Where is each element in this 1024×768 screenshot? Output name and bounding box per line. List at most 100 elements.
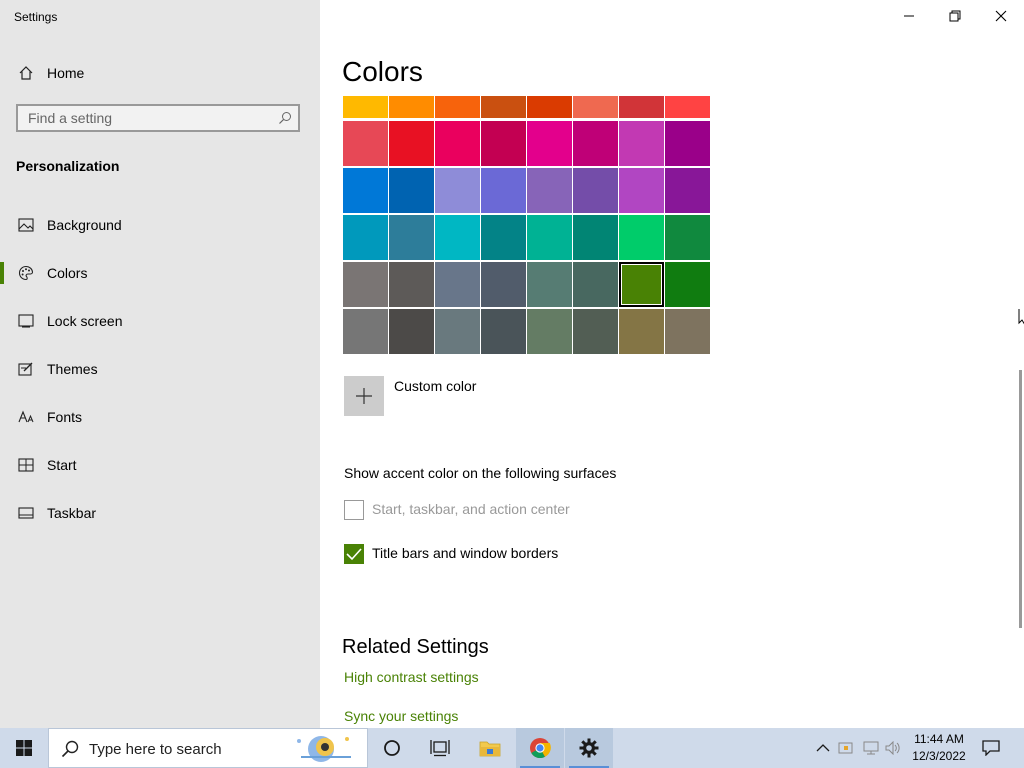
volume-button[interactable] [885,740,901,756]
start-button[interactable] [0,728,48,768]
search-icon[interactable] [278,111,292,125]
color-swatch[interactable] [619,215,664,260]
chrome-button[interactable] [516,728,564,768]
color-swatch[interactable] [389,215,434,260]
color-swatch[interactable] [527,121,572,166]
color-swatch[interactable] [481,215,526,260]
title-bars-label: Title bars and window borders [372,545,559,561]
color-swatch[interactable] [665,168,710,213]
color-swatch[interactable] [481,96,526,118]
color-swatch[interactable] [619,262,664,307]
color-swatch[interactable] [343,96,388,118]
color-swatch[interactable] [481,168,526,213]
color-swatch[interactable] [665,215,710,260]
color-swatch[interactable] [665,96,710,118]
sidebar-item-themes[interactable]: Themes [0,349,320,389]
color-swatch[interactable] [665,309,710,354]
sync-settings-link[interactable]: Sync your settings [344,708,458,724]
color-swatch[interactable] [665,121,710,166]
find-setting-search[interactable] [16,104,300,132]
cortana-button[interactable] [368,728,416,768]
close-button[interactable] [978,0,1024,32]
task-view-button[interactable] [416,728,464,768]
title-bars-checkbox[interactable] [344,544,364,564]
color-swatch[interactable] [481,309,526,354]
color-swatch[interactable] [389,262,434,307]
action-center-icon [982,740,1000,756]
network-button[interactable] [863,740,879,756]
sidebar-item-colors[interactable]: Colors [0,253,320,293]
restore-button[interactable] [932,0,978,32]
section-heading: Personalization [16,158,120,174]
sidebar-item-taskbar[interactable]: Taskbar [0,493,320,533]
color-swatch[interactable] [665,262,710,307]
color-swatch[interactable] [573,215,618,260]
color-swatch[interactable] [435,262,480,307]
surfaces-heading: Show accent color on the following surfa… [344,465,617,481]
color-swatch[interactable] [481,262,526,307]
color-swatch[interactable] [343,309,388,354]
mouse-cursor-icon [1018,308,1024,331]
color-swatch[interactable] [619,309,664,354]
taskbar-search-input[interactable] [89,740,289,758]
custom-color-label[interactable]: Custom color [394,378,476,394]
scrollbar[interactable] [1019,370,1022,628]
color-swatch[interactable] [389,96,434,118]
color-swatch[interactable] [527,215,572,260]
sidebar-item-label: Background [47,217,122,233]
clock[interactable]: 11:44 AM 12/3/2022 [906,731,972,765]
color-swatch[interactable] [573,168,618,213]
color-swatch[interactable] [619,121,664,166]
color-swatch[interactable] [343,168,388,213]
custom-color-button[interactable] [344,376,384,416]
color-swatch[interactable] [527,309,572,354]
sidebar-item-label: Lock screen [47,313,123,329]
color-swatch[interactable] [527,96,572,118]
color-swatch[interactable] [435,215,480,260]
sidebar-item-background[interactable]: Background [0,205,320,245]
color-swatch[interactable] [527,168,572,213]
color-swatch[interactable] [389,121,434,166]
color-swatch[interactable] [343,262,388,307]
nav-home[interactable]: Home [0,53,320,93]
notification-warning-icon [838,742,853,754]
action-center-tray-button[interactable] [838,740,854,756]
settings-taskbar-button[interactable] [565,728,613,768]
color-swatch[interactable] [619,96,664,118]
gear-icon [579,738,599,758]
file-explorer-button[interactable] [466,728,514,768]
taskbar-search-box[interactable] [48,728,368,768]
sidebar-item-fonts[interactable]: Fonts [0,397,320,437]
volume-icon [885,741,900,755]
color-swatch[interactable] [389,309,434,354]
sidebar-item-lock-screen[interactable]: Lock screen [0,301,320,341]
color-swatch[interactable] [435,96,480,118]
window-title: Settings [14,10,58,24]
color-swatch[interactable] [619,168,664,213]
color-swatch[interactable] [343,215,388,260]
minimize-button[interactable] [886,0,932,32]
color-swatch[interactable] [573,121,618,166]
color-swatch[interactable] [573,262,618,307]
color-swatch[interactable] [481,121,526,166]
minimize-icon [904,15,914,17]
color-swatch[interactable] [389,168,434,213]
start-taskbar-checkbox[interactable] [344,500,364,520]
color-swatch[interactable] [573,309,618,354]
clock-time: 11:44 AM [914,732,964,746]
checkmark-icon [346,548,362,561]
color-swatch[interactable] [343,121,388,166]
find-setting-input[interactable] [28,109,268,127]
chevron-up-icon [816,744,830,752]
color-swatch[interactable] [573,96,618,118]
action-center-button[interactable] [970,728,1012,768]
cortana-icon [384,740,400,756]
high-contrast-link[interactable]: High contrast settings [344,669,479,685]
color-swatch[interactable] [435,309,480,354]
color-swatch[interactable] [435,168,480,213]
color-swatch[interactable] [435,121,480,166]
show-hidden-icons-button[interactable] [815,740,831,756]
color-swatch[interactable] [527,262,572,307]
sidebar-item-start[interactable]: Start [0,445,320,485]
picture-icon [17,216,35,234]
